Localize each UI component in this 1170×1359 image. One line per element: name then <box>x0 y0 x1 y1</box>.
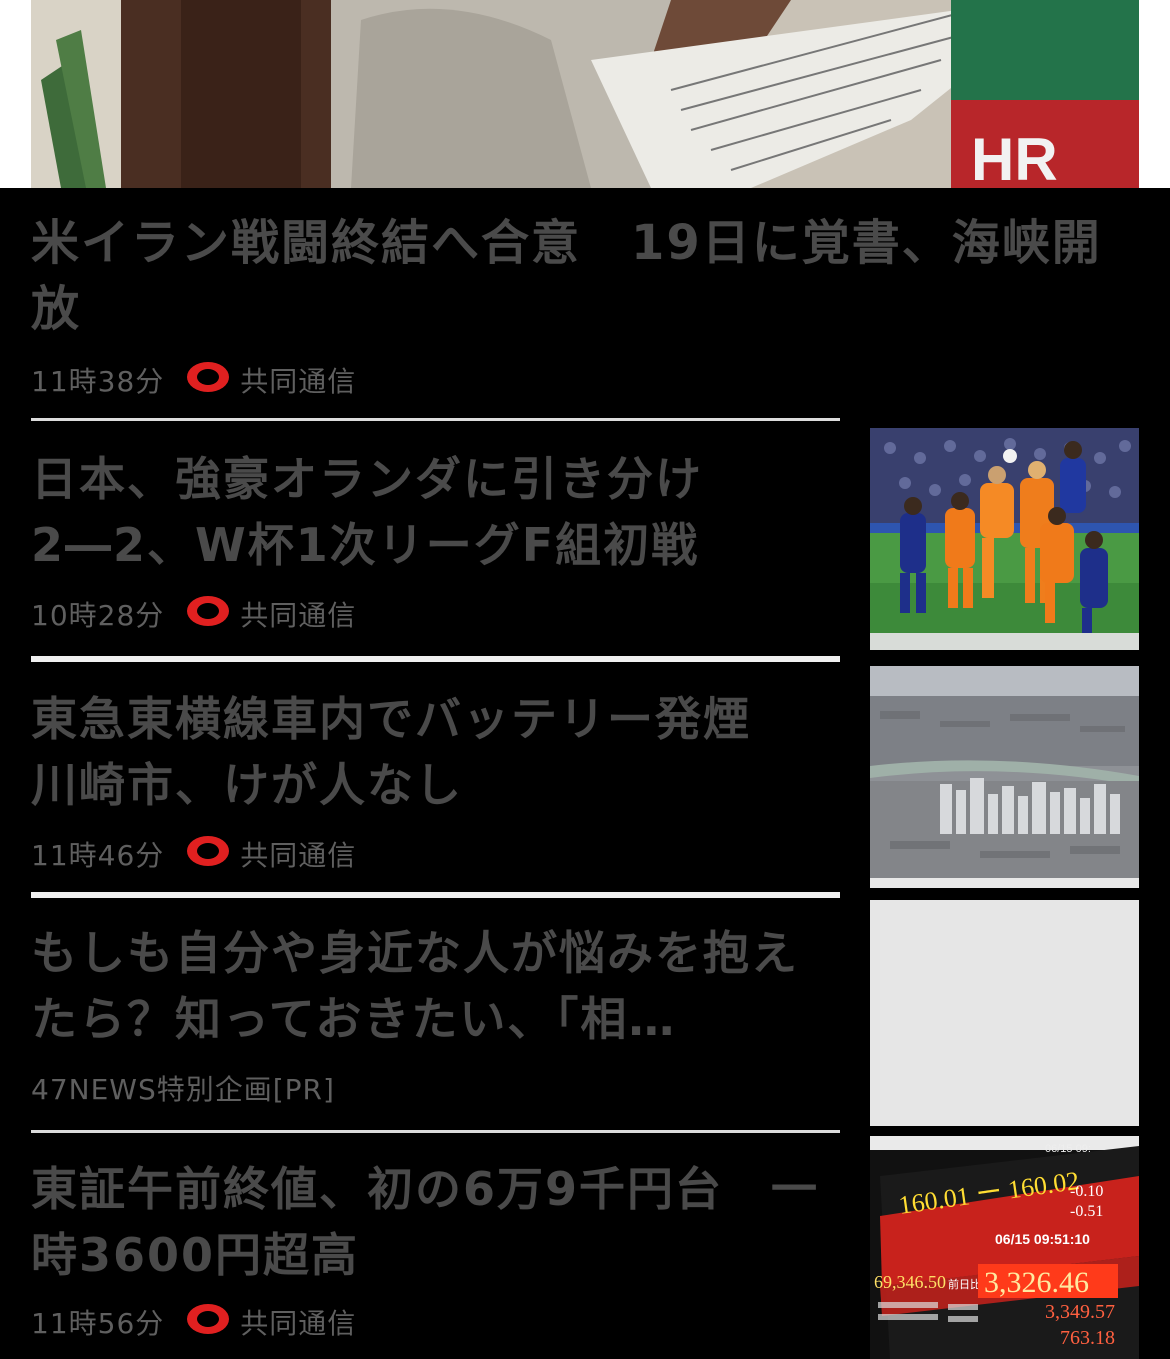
placeholder-image-icon[interactable] <box>870 900 1139 1126</box>
feature-image-container: HR <box>0 0 1170 188</box>
stock-change: -0.51 <box>1070 1203 1103 1220</box>
kyodo-logo-icon <box>186 361 230 400</box>
stock-timestamp: 06/15 09:51:10 <box>995 1231 1090 1247</box>
article-headline[interactable]: 東証午前終値、初の6万9千円台 一時3600円超高 <box>31 1156 821 1288</box>
source-name: 共同通信 <box>240 365 357 398</box>
stock-change: -0.10 <box>1070 1183 1103 1200</box>
publish-time: 11時56分 <box>31 1307 165 1340</box>
article-headline[interactable]: 日本、強豪オランダに引き分け2―2、W杯1次リーグF組初戦 <box>31 446 821 578</box>
soccer-match-photo-icon[interactable] <box>870 428 1139 650</box>
stock-value: 3,349.57 <box>1045 1301 1115 1323</box>
source-name: 共同通信 <box>240 599 357 632</box>
article-meta: 11時56分 共同通信 <box>31 1302 356 1342</box>
feature-headline[interactable]: 米イラン戦闘終結へ合意 19日に覚書、海峡開放 <box>31 210 1131 342</box>
kyodo-logo-icon <box>186 595 230 634</box>
feature-meta: 11時38分 共同通信 <box>31 360 356 400</box>
sponsored-meta: 47NEWS特別企画[PR] <box>31 1068 335 1108</box>
kyodo-logo-icon <box>186 1303 230 1342</box>
article-meta: 11時46分 共同通信 <box>31 834 356 874</box>
stock-value: 763.18 <box>1060 1327 1115 1349</box>
svg-text:HR: HR <box>971 126 1058 188</box>
divider <box>31 656 840 662</box>
publish-time: 11時46分 <box>31 839 165 872</box>
stock-value: 3,326.46 <box>984 1266 1089 1299</box>
source-name: 共同通信 <box>240 1307 357 1340</box>
source-name: 共同通信 <box>240 839 357 872</box>
stock-label: 前日比 <box>948 1277 981 1291</box>
publish-time: 10時28分 <box>31 599 165 632</box>
stock-date: 06/15 09: <box>1045 1143 1091 1155</box>
city-aerial-photo-icon[interactable] <box>870 666 1139 888</box>
divider <box>31 1130 840 1133</box>
feature-image[interactable]: HR <box>31 0 1139 188</box>
article-headline[interactable]: 東急東横線車内でバッテリー発煙 川崎市、けが人なし <box>31 686 821 818</box>
article-meta: 10時28分 共同通信 <box>31 594 356 634</box>
publish-time: 11時38分 <box>31 365 165 398</box>
stock-board-photo-icon[interactable]: 06/15 09: 160.01 ー 160.02 -0.10 -0.51 06… <box>870 1136 1139 1359</box>
kyodo-logo-icon <box>186 835 230 874</box>
news-feed-page: HR 米イラン戦闘終結へ合意 19日に覚書、海峡開放 11時38分 共同通信 日… <box>0 0 1170 1359</box>
divider <box>31 418 840 421</box>
sponsored-headline[interactable]: もしも自分や身近な人が悩みを抱えたら？知っておきたい、「相… <box>31 920 821 1052</box>
divider <box>31 892 840 898</box>
sponsor-label: 47NEWS特別企画[PR] <box>31 1073 335 1106</box>
nikkei-value: 69,346.50 <box>874 1272 946 1292</box>
